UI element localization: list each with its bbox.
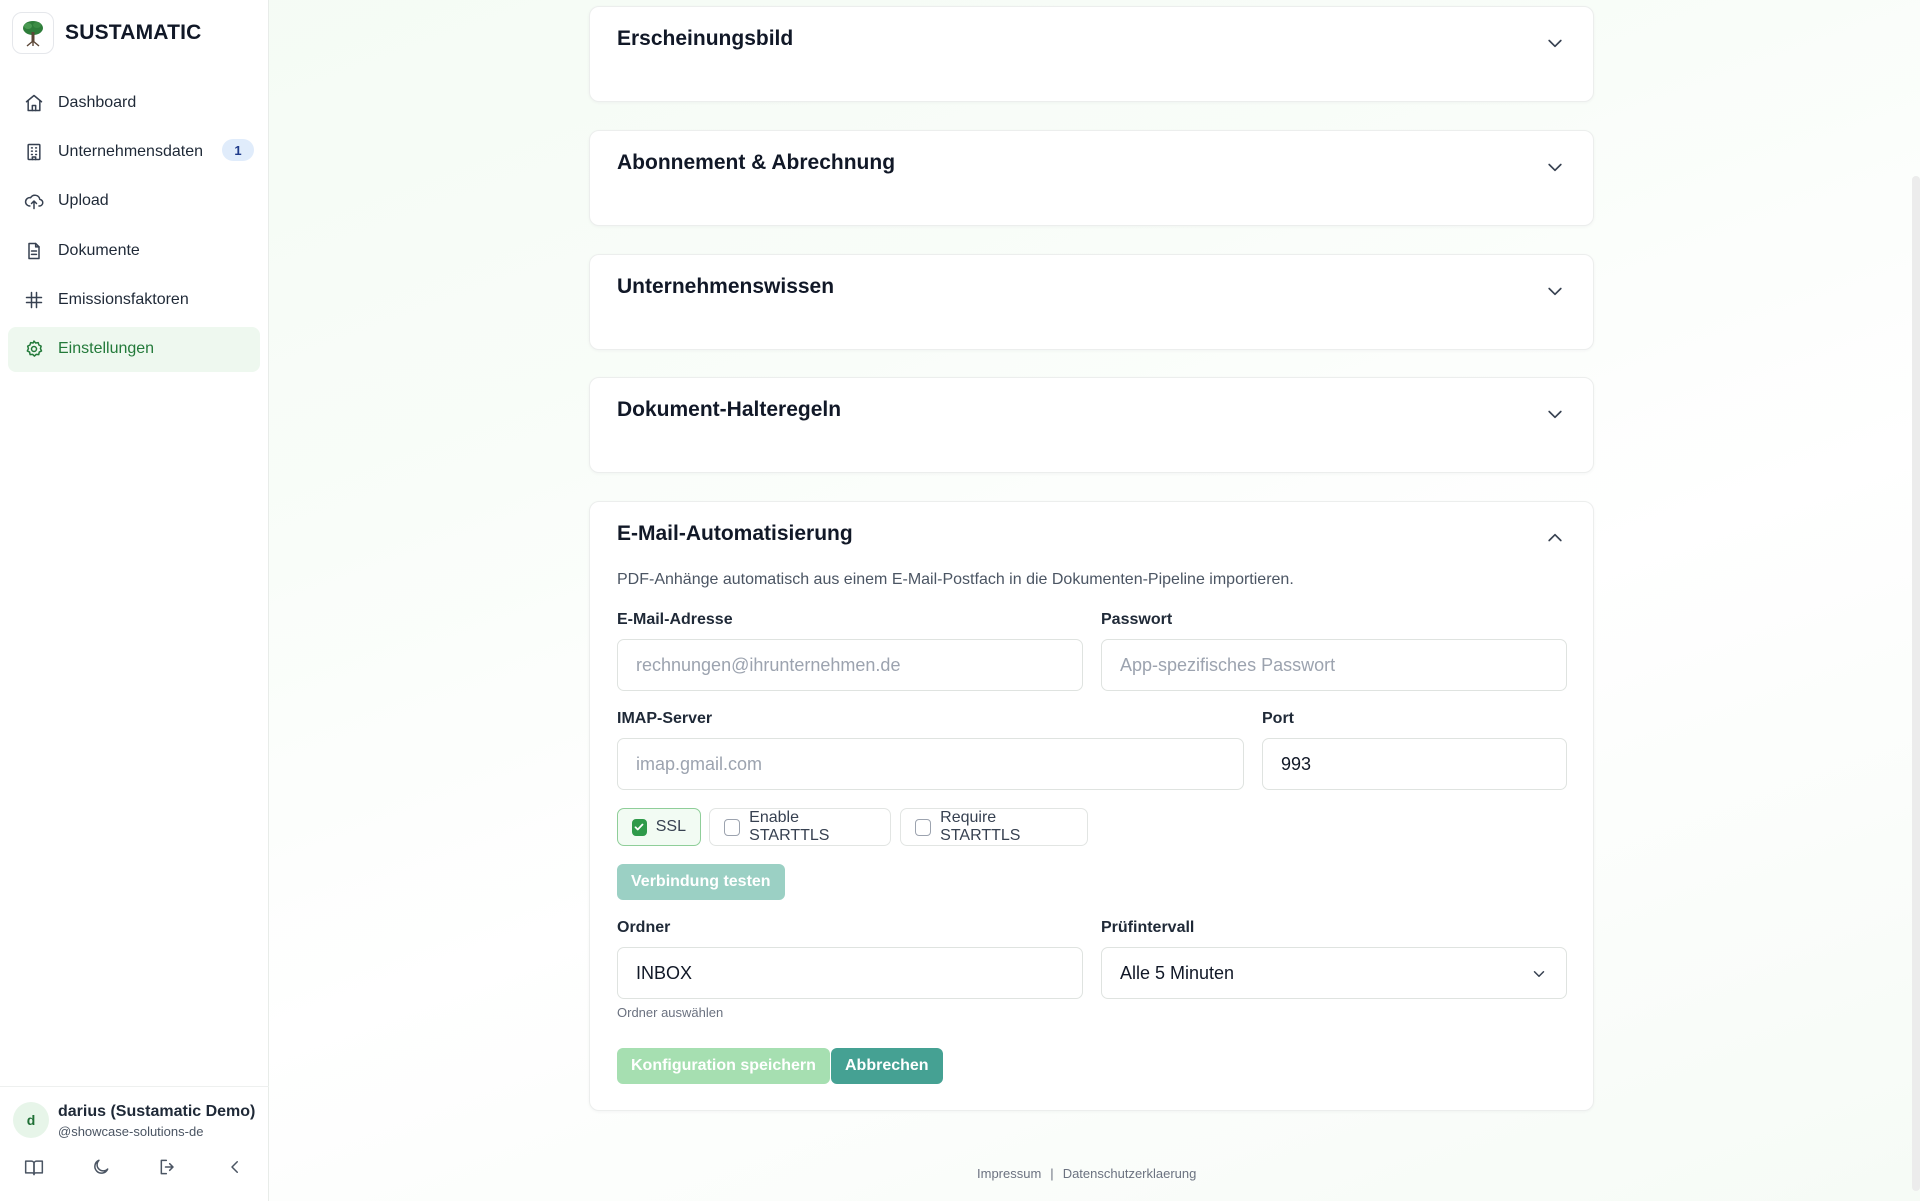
port-field[interactable] <box>1262 738 1567 790</box>
interval-label: Prüfintervall <box>1101 919 1195 936</box>
chevron-down-icon <box>1533 971 1545 977</box>
imap-server-field[interactable] <box>617 738 1244 790</box>
ssl-checkbox[interactable]: SSL <box>617 808 701 846</box>
test-connection-button[interactable]: Verbindung testen <box>617 864 785 900</box>
user-profile[interactable]: d darius (Sustamatic Demo) @showcase-sol… <box>0 1086 269 1139</box>
chevron-down-icon[interactable] <box>1545 33 1565 53</box>
section-title: Unternehmenswissen <box>617 275 835 298</box>
sidebar-item-label: Dokumente <box>58 241 140 259</box>
hash-icon <box>25 291 43 309</box>
save-config-button[interactable]: Konfiguration speichern <box>617 1048 830 1084</box>
section-knowledge[interactable]: Unternehmenswissen <box>589 254 1594 350</box>
require-starttls-checkbox[interactable]: Require STARTTLS <box>900 808 1088 846</box>
chevron-left-icon[interactable] <box>224 1156 246 1178</box>
folder-hint: Ordner auswählen <box>617 1005 724 1020</box>
checkbox-unchecked-icon <box>915 818 932 836</box>
building-icon <box>27 143 41 161</box>
enable-starttls-checkbox[interactable]: Enable STARTTLS <box>709 808 891 846</box>
section-subscription[interactable]: Abonnement & Abrechnung <box>589 130 1594 226</box>
upload-cloud-icon <box>24 194 44 210</box>
folder-field[interactable] <box>617 947 1083 999</box>
sidebar-item-label: Emissionsfaktoren <box>58 291 189 309</box>
section-appearance[interactable]: Erscheinungsbild <box>589 6 1594 102</box>
sidebar-item-label: Upload <box>58 192 109 210</box>
port-label: Port <box>1262 710 1294 727</box>
cancel-button[interactable]: Abbrechen <box>831 1048 943 1084</box>
gear-icon <box>26 340 43 358</box>
book-icon[interactable] <box>23 1156 45 1178</box>
imprint-link[interactable]: Impressum <box>977 1166 1041 1181</box>
sidebar: SUSTAMATIC Dashboard Unternehmensdaten 1… <box>0 0 269 1201</box>
page-scrollbar[interactable] <box>1912 176 1920 1191</box>
section-title: Abonnement & Abrechnung <box>617 151 896 174</box>
user-name: darius (Sustamatic Demo) <box>58 1103 256 1120</box>
checkbox-unchecked-icon <box>724 818 741 836</box>
section-description: PDF-Anhänge automatisch aus einem E-Mail… <box>617 571 1294 588</box>
interval-select[interactable]: Alle 5 Minuten <box>1101 947 1567 999</box>
logout-icon[interactable] <box>157 1156 179 1178</box>
section-retention[interactable]: Dokument-Halteregeln <box>589 377 1594 473</box>
user-handle: @showcase-solutions-de <box>58 1124 204 1139</box>
privacy-link[interactable]: Datenschutzerklaerung <box>1063 1166 1197 1181</box>
brand-name: SUSTAMATIC <box>65 21 202 44</box>
moon-icon[interactable] <box>90 1156 112 1178</box>
password-label: Passwort <box>1101 611 1173 628</box>
footer-separator: | <box>1050 1166 1054 1181</box>
sidebar-item-label: Unternehmensdaten <box>58 142 203 160</box>
sidebar-item-einstellungen[interactable]: Einstellungen <box>8 326 260 372</box>
checkbox-label: Enable STARTTLS <box>749 809 830 844</box>
home-icon <box>25 94 43 111</box>
brand[interactable]: SUSTAMATIC <box>12 12 202 54</box>
imap-server-label: IMAP-Server <box>617 710 713 727</box>
section-title: Dokument-Halteregeln <box>617 398 842 421</box>
email-label: E-Mail-Adresse <box>617 611 733 628</box>
chevron-up-icon[interactable] <box>1545 528 1565 548</box>
section-title: Erscheinungsbild <box>617 27 794 50</box>
sidebar-footer-actions <box>0 1152 269 1182</box>
sidebar-item-label: Einstellungen <box>58 340 155 358</box>
section-email-automation: E-Mail-Automatisierung PDF-Anhänge autom… <box>589 501 1594 1111</box>
interval-selected-value: Alle 5 Minuten <box>1120 962 1235 983</box>
sidebar-item-emissionsfaktoren[interactable]: Emissionsfaktoren <box>8 278 260 323</box>
email-field[interactable] <box>617 639 1083 691</box>
sidebar-nav: Dashboard Unternehmensdaten 1 Upload Dok… <box>8 80 260 376</box>
avatar: d <box>13 1102 49 1138</box>
chevron-down-icon[interactable] <box>1545 404 1565 424</box>
folder-label: Ordner <box>617 919 671 936</box>
sidebar-item-dashboard[interactable]: Dashboard <box>8 80 260 125</box>
page-footer: Impressum | Datenschutzerklaerung <box>977 1166 1196 1181</box>
checkbox-label: Require STARTTLS <box>940 809 1021 844</box>
password-field[interactable] <box>1101 639 1567 691</box>
checkbox-checked-icon <box>632 818 647 836</box>
document-icon <box>28 242 40 259</box>
chevron-down-icon[interactable] <box>1545 157 1565 177</box>
checkbox-label: SSL <box>655 818 686 835</box>
sidebar-item-dokumente[interactable]: Dokumente <box>8 228 260 273</box>
sidebar-item-label: Dashboard <box>58 93 137 111</box>
notification-badge: 1 <box>222 139 254 162</box>
tree-logo-icon <box>12 12 54 54</box>
chevron-down-icon[interactable] <box>1545 281 1565 301</box>
sidebar-item-upload[interactable]: Upload <box>8 179 260 224</box>
sidebar-item-unternehmensdaten[interactable]: Unternehmensdaten 1 <box>8 129 260 174</box>
section-title[interactable]: E-Mail-Automatisierung <box>617 522 853 546</box>
